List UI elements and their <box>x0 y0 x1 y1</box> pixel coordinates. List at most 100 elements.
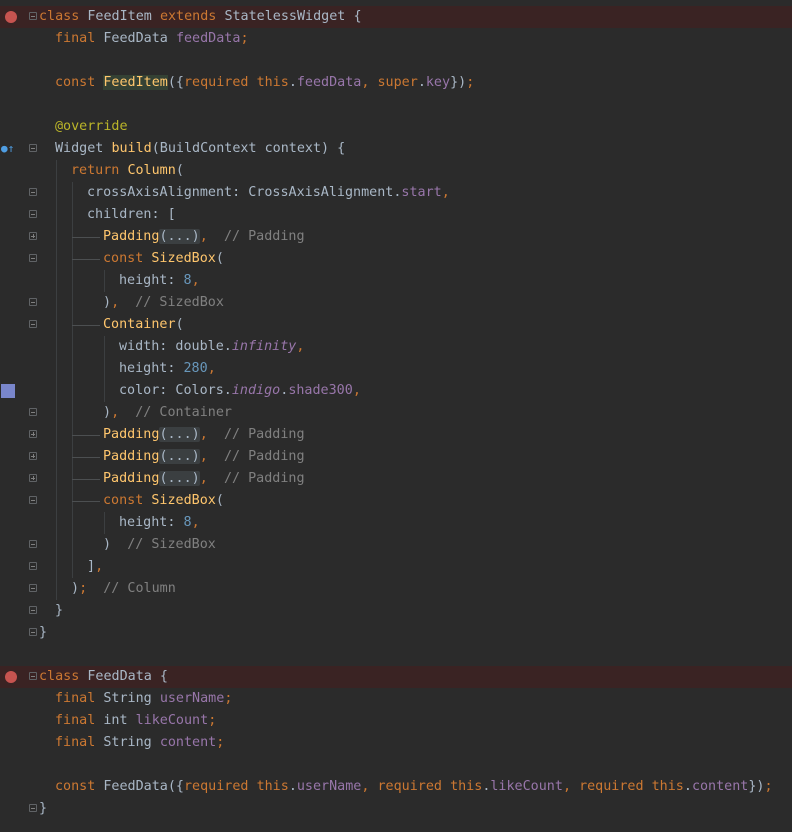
override-icon[interactable]: ●↑ <box>1 143 14 155</box>
code-line[interactable]: height: 8, <box>0 270 792 292</box>
collapse-fold-icon[interactable] <box>29 672 37 680</box>
collapse-fold-icon[interactable] <box>29 408 37 416</box>
collapse-fold-icon[interactable] <box>29 496 37 504</box>
collapse-fold-icon[interactable] <box>29 320 37 328</box>
code-line[interactable]: const SizedBox( <box>0 248 792 270</box>
code-line[interactable]: Padding(...), // Padding <box>0 468 792 490</box>
code-line[interactable]: height: 8, <box>0 512 792 534</box>
code-line[interactable]: class FeedData { <box>0 666 792 688</box>
gutter-cell[interactable] <box>0 644 24 666</box>
gutter-cell[interactable]: ●↑ <box>0 138 24 160</box>
collapse-fold-icon[interactable] <box>29 804 37 812</box>
code-line[interactable]: const FeedData({required this.userName, … <box>0 776 792 798</box>
code-line[interactable]: ), // Container <box>0 402 792 424</box>
breakpoint-icon[interactable] <box>5 11 17 23</box>
gutter-cell[interactable] <box>0 666 24 688</box>
color-swatch-icon[interactable] <box>1 384 15 398</box>
code-line[interactable]: } <box>0 798 792 820</box>
gutter-cell[interactable] <box>0 204 24 226</box>
code-line[interactable]: ●↑ Widget build(BuildContext context) { <box>0 138 792 160</box>
collapse-fold-icon[interactable] <box>29 628 37 636</box>
gutter-cell[interactable] <box>0 600 24 622</box>
breakpoint-icon[interactable] <box>5 671 17 683</box>
expand-fold-icon[interactable] <box>29 232 37 240</box>
code-line[interactable]: @override <box>0 116 792 138</box>
gutter-cell[interactable] <box>0 468 24 490</box>
gutter-cell[interactable] <box>0 710 24 732</box>
expand-fold-icon[interactable] <box>29 430 37 438</box>
gutter-cell[interactable] <box>0 446 24 468</box>
code-line[interactable]: const FeedItem({required this.feedData, … <box>0 72 792 94</box>
gutter-cell[interactable] <box>0 182 24 204</box>
expand-fold-icon[interactable] <box>29 452 37 460</box>
gutter-cell[interactable] <box>0 556 24 578</box>
collapse-fold-icon[interactable] <box>29 210 37 218</box>
gutter-cell[interactable] <box>0 358 24 380</box>
code-line[interactable]: Container( <box>0 314 792 336</box>
code-line[interactable] <box>0 644 792 666</box>
code-line[interactable]: final String userName; <box>0 688 792 710</box>
gutter-cell[interactable] <box>0 622 24 644</box>
collapse-fold-icon[interactable] <box>29 12 37 20</box>
code-line[interactable]: width: double.infinity, <box>0 336 792 358</box>
code-editor[interactable]: class FeedItem extends StatelessWidget {… <box>0 6 792 820</box>
gutter-cell[interactable] <box>0 270 24 292</box>
gutter-cell[interactable] <box>0 732 24 754</box>
gutter-cell[interactable] <box>0 226 24 248</box>
collapse-fold-icon[interactable] <box>29 144 37 152</box>
gutter-cell[interactable] <box>0 116 24 138</box>
gutter-cell[interactable] <box>0 160 24 182</box>
collapse-fold-icon[interactable] <box>29 584 37 592</box>
code-line[interactable]: return Column( <box>0 160 792 182</box>
collapse-fold-icon[interactable] <box>29 606 37 614</box>
code-line[interactable]: Padding(...), // Padding <box>0 226 792 248</box>
code-line[interactable]: ) // SizedBox <box>0 534 792 556</box>
code-line[interactable]: Padding(...), // Padding <box>0 424 792 446</box>
gutter-cell[interactable] <box>0 94 24 116</box>
code-line[interactable]: ); // Column <box>0 578 792 600</box>
code-line[interactable]: children: [ <box>0 204 792 226</box>
code-line[interactable]: ), // SizedBox <box>0 292 792 314</box>
gutter-cell[interactable] <box>0 688 24 710</box>
collapse-fold-icon[interactable] <box>29 540 37 548</box>
gutter-cell[interactable] <box>0 776 24 798</box>
code-line[interactable]: color: Colors.indigo.shade300, <box>0 380 792 402</box>
gutter-cell[interactable] <box>0 292 24 314</box>
gutter-cell[interactable] <box>0 754 24 776</box>
code-line[interactable]: Padding(...), // Padding <box>0 446 792 468</box>
gutter-cell[interactable] <box>0 490 24 512</box>
expand-fold-icon[interactable] <box>29 474 37 482</box>
gutter-cell[interactable] <box>0 72 24 94</box>
code-line[interactable]: } <box>0 622 792 644</box>
code-line[interactable]: ], <box>0 556 792 578</box>
code-line[interactable]: final FeedData feedData; <box>0 28 792 50</box>
gutter-cell[interactable] <box>0 578 24 600</box>
collapse-fold-icon[interactable] <box>29 298 37 306</box>
gutter-cell[interactable] <box>0 402 24 424</box>
code-line[interactable]: height: 280, <box>0 358 792 380</box>
gutter-cell[interactable] <box>0 6 24 28</box>
code-line[interactable]: final String content; <box>0 732 792 754</box>
collapse-fold-icon[interactable] <box>29 188 37 196</box>
code-line[interactable]: } <box>0 600 792 622</box>
code-line[interactable]: final int likeCount; <box>0 710 792 732</box>
gutter-cell[interactable] <box>0 424 24 446</box>
gutter-cell[interactable] <box>0 314 24 336</box>
gutter-cell[interactable] <box>0 28 24 50</box>
gutter-cell[interactable] <box>0 798 24 820</box>
gutter-cell[interactable] <box>0 248 24 270</box>
collapse-fold-icon[interactable] <box>29 254 37 262</box>
code-line[interactable]: class FeedItem extends StatelessWidget { <box>0 6 792 28</box>
gutter-cell[interactable] <box>0 50 24 72</box>
collapse-fold-icon[interactable] <box>29 562 37 570</box>
gutter-cell[interactable] <box>0 336 24 358</box>
code-line[interactable]: crossAxisAlignment: CrossAxisAlignment.s… <box>0 182 792 204</box>
code-line[interactable] <box>0 94 792 116</box>
code-line[interactable]: const SizedBox( <box>0 490 792 512</box>
code-line[interactable] <box>0 50 792 72</box>
gutter-cell[interactable] <box>0 380 24 402</box>
gutter-cell[interactable] <box>0 534 24 556</box>
code-line[interactable] <box>0 754 792 776</box>
gutter-cell[interactable] <box>0 512 24 534</box>
indent-guide <box>72 380 73 402</box>
